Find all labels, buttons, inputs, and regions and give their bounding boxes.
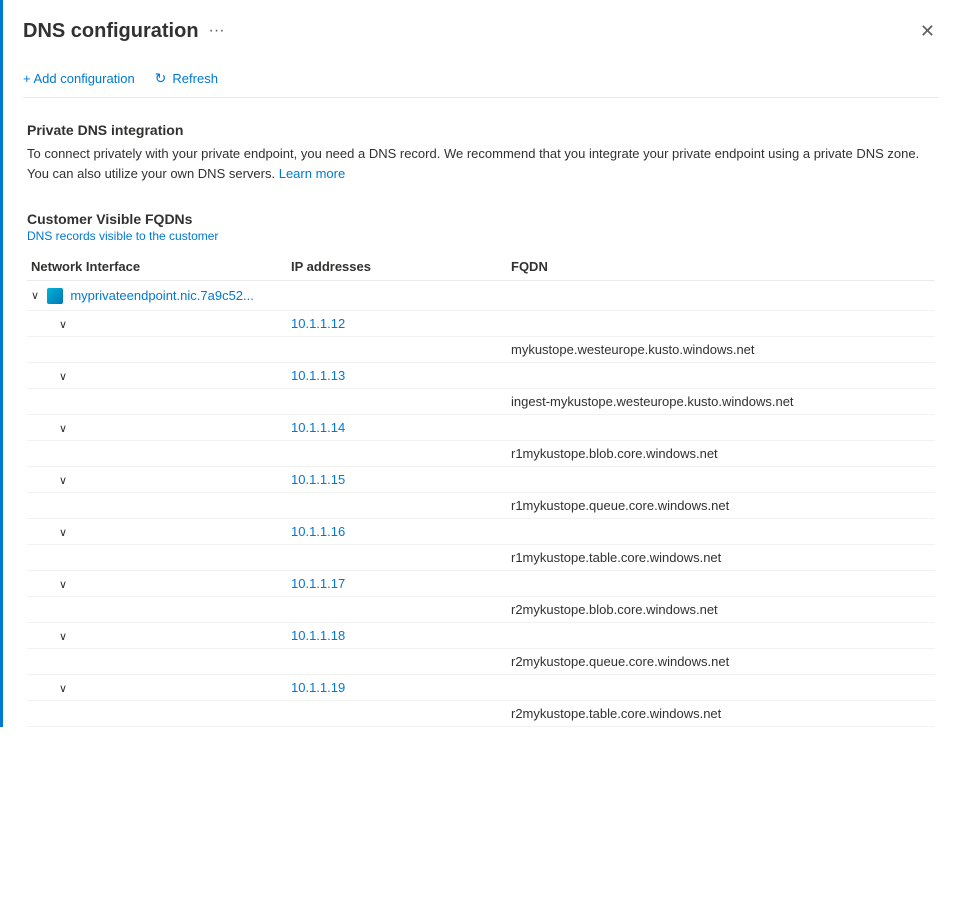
table-row: mykustope.westeurope.kusto.windows.net xyxy=(27,336,935,362)
dns-configuration-panel: DNS configuration ··· ✕ + Add configurat… xyxy=(0,0,963,727)
row-chevron[interactable]: ∨ xyxy=(59,370,67,383)
table-row: ∨ 10.1.1.17 xyxy=(27,570,935,596)
row-ip-cell: 10.1.1.12 xyxy=(287,310,507,336)
toolbar: + Add configuration ↻ Refresh xyxy=(23,60,939,98)
nic-row: ∨ myprivateendpoint.nic.7a9c52... xyxy=(27,281,935,311)
table-row: ∨ 10.1.1.14 xyxy=(27,414,935,440)
fqdn-value: r1mykustope.table.core.windows.net xyxy=(507,544,935,570)
nic-chevron[interactable]: ∨ xyxy=(31,289,39,302)
row-ni-cell: ∨ xyxy=(27,570,287,596)
col-header-ip: IP addresses xyxy=(287,253,507,281)
col-header-ni: Network Interface xyxy=(27,253,287,281)
row-ip-cell: 10.1.1.14 xyxy=(287,414,507,440)
private-dns-desc: To connect privately with your private e… xyxy=(27,144,935,183)
table-row: ∨ 10.1.1.13 xyxy=(27,362,935,388)
ip-link[interactable]: 10.1.1.12 xyxy=(291,316,345,331)
nic-link[interactable]: myprivateendpoint.nic.7a9c52... xyxy=(70,288,254,303)
row-ni-cell: ∨ xyxy=(27,362,287,388)
table-row: ∨ 10.1.1.19 xyxy=(27,674,935,700)
fqdn-value: r2mykustope.table.core.windows.net xyxy=(507,700,935,726)
fqdn-value: r2mykustope.blob.core.windows.net xyxy=(507,596,935,622)
private-dns-title: Private DNS integration xyxy=(27,122,935,138)
fqdn-value: r1mykustope.blob.core.windows.net xyxy=(507,440,935,466)
row-chevron[interactable]: ∨ xyxy=(59,474,67,487)
ip-link[interactable]: 10.1.1.19 xyxy=(291,680,345,695)
ip-link[interactable]: 10.1.1.15 xyxy=(291,472,345,487)
refresh-button[interactable]: ↻ Refresh xyxy=(155,70,218,87)
row-ip-cell: 10.1.1.16 xyxy=(287,518,507,544)
ip-link[interactable]: 10.1.1.17 xyxy=(291,576,345,591)
row-fqdn-cell xyxy=(507,466,935,492)
fqdn-value: ingest-mykustope.westeurope.kusto.window… xyxy=(507,388,935,414)
ip-link[interactable]: 10.1.1.14 xyxy=(291,420,345,435)
table-row: ∨ 10.1.1.12 xyxy=(27,310,935,336)
fqdn-value: r1mykustope.queue.core.windows.net xyxy=(507,492,935,518)
row-chevron[interactable]: ∨ xyxy=(59,318,67,331)
col-header-fqdn: FQDN xyxy=(507,253,935,281)
customer-fqdn-section: Customer Visible FQDNs DNS records visib… xyxy=(23,211,939,727)
row-chevron[interactable]: ∨ xyxy=(59,422,67,435)
ip-link[interactable]: 10.1.1.18 xyxy=(291,628,345,643)
panel-header: DNS configuration ··· ✕ xyxy=(23,18,939,44)
table-row: r1mykustope.blob.core.windows.net xyxy=(27,440,935,466)
table-row: ∨ 10.1.1.16 xyxy=(27,518,935,544)
ip-link[interactable]: 10.1.1.16 xyxy=(291,524,345,539)
row-chevron[interactable]: ∨ xyxy=(59,630,67,643)
row-ni-cell: ∨ xyxy=(27,414,287,440)
table-row: r1mykustope.queue.core.windows.net xyxy=(27,492,935,518)
more-options-icon[interactable]: ··· xyxy=(209,22,225,40)
row-chevron[interactable]: ∨ xyxy=(59,578,67,591)
row-fqdn-cell xyxy=(507,414,935,440)
learn-more-link[interactable]: Learn more xyxy=(279,166,345,181)
fqdn-table: Network Interface IP addresses FQDN ∨ my… xyxy=(27,253,935,727)
row-chevron[interactable]: ∨ xyxy=(59,526,67,539)
panel-title: DNS configuration xyxy=(23,20,199,43)
row-ni-cell: ∨ xyxy=(27,518,287,544)
table-row: r1mykustope.table.core.windows.net xyxy=(27,544,935,570)
row-ip-cell: 10.1.1.19 xyxy=(287,674,507,700)
ip-link[interactable]: 10.1.1.13 xyxy=(291,368,345,383)
table-row: r2mykustope.table.core.windows.net xyxy=(27,700,935,726)
panel-title-row: DNS configuration ··· xyxy=(23,20,225,43)
row-ip-cell: 10.1.1.13 xyxy=(287,362,507,388)
private-dns-section: Private DNS integration To connect priva… xyxy=(23,122,939,183)
fqdn-value: r2mykustope.queue.core.windows.net xyxy=(507,648,935,674)
row-ni-cell: ∨ xyxy=(27,674,287,700)
row-fqdn-cell xyxy=(507,622,935,648)
row-fqdn-cell xyxy=(507,310,935,336)
table-header-row: Network Interface IP addresses FQDN xyxy=(27,253,935,281)
table-row: ∨ 10.1.1.15 xyxy=(27,466,935,492)
close-button[interactable]: ✕ xyxy=(916,18,939,44)
customer-fqdn-title: Customer Visible FQDNs xyxy=(27,211,935,227)
row-fqdn-cell xyxy=(507,570,935,596)
refresh-icon: ↻ xyxy=(155,70,167,87)
add-configuration-button[interactable]: + Add configuration xyxy=(23,71,135,86)
table-row: ∨ 10.1.1.18 xyxy=(27,622,935,648)
row-chevron[interactable]: ∨ xyxy=(59,682,67,695)
row-ni-cell: ∨ xyxy=(27,466,287,492)
row-ip-cell: 10.1.1.17 xyxy=(287,570,507,596)
table-row: ingest-mykustope.westeurope.kusto.window… xyxy=(27,388,935,414)
row-ni-cell: ∨ xyxy=(27,622,287,648)
table-row: r2mykustope.blob.core.windows.net xyxy=(27,596,935,622)
row-fqdn-cell xyxy=(507,674,935,700)
customer-fqdn-desc: DNS records visible to the customer xyxy=(27,229,935,243)
table-body: ∨ myprivateendpoint.nic.7a9c52... ∨ 10.1… xyxy=(27,281,935,727)
row-ip-cell: 10.1.1.15 xyxy=(287,466,507,492)
row-ip-cell: 10.1.1.18 xyxy=(287,622,507,648)
row-fqdn-cell xyxy=(507,518,935,544)
fqdn-value: mykustope.westeurope.kusto.windows.net xyxy=(507,336,935,362)
row-fqdn-cell xyxy=(507,362,935,388)
nic-icon xyxy=(47,288,63,304)
row-ni-cell: ∨ xyxy=(27,310,287,336)
nic-cell: ∨ myprivateendpoint.nic.7a9c52... xyxy=(27,281,287,311)
table-row: r2mykustope.queue.core.windows.net xyxy=(27,648,935,674)
